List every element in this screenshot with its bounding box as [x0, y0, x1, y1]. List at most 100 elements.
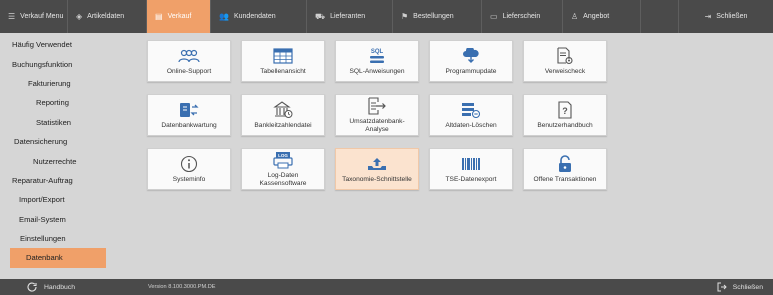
cart-icon: ⚑ [401, 12, 409, 21]
handbook-icon [27, 282, 37, 292]
tile-tabellenansicht[interactable]: Tabellenansicht [241, 40, 325, 82]
sidebar-item-label: Datenbank [26, 253, 63, 263]
sidebar-item-label: Datensicherung [14, 137, 68, 147]
tile-datenbankwartung[interactable]: Datenbankwartung [147, 94, 231, 136]
topnav-bestellungen[interactable]: ⚑ Bestellungen [393, 0, 482, 33]
tile-label: Datenbankwartung [161, 121, 217, 129]
bottom-close-button[interactable]: Schließen [717, 282, 773, 292]
tile-label: Benutzerhandbuch [537, 121, 593, 129]
truck-icon: ⛟ [315, 11, 326, 21]
sidebar-item-datensicherung[interactable]: Datensicherung [0, 132, 116, 151]
sidebar-item-haeufig-verwendet[interactable]: Häufig Verwendet [0, 35, 116, 54]
tile-verweischeck[interactable]: Verweischeck [523, 40, 607, 82]
function-tiles: Online-Support Tabellenansicht SQL SQL-A… [147, 40, 607, 190]
people-group-icon [178, 48, 200, 65]
sidebar-item-reporting[interactable]: Reporting [0, 93, 116, 112]
sidebar-item-label: Einstellungen [20, 234, 66, 244]
tile-tse-datenexport[interactable]: TSE-Datenexport [429, 148, 513, 190]
list-icon: ☰ [8, 12, 16, 21]
handbook-button[interactable]: Handbuch [0, 282, 148, 292]
topnav-label: Bestellungen [413, 13, 454, 20]
cloud-download-icon [462, 48, 480, 65]
sidebar-item-email-system[interactable]: Email-System [0, 210, 116, 229]
topnav-verkauf-menu[interactable]: ☰ Verkauf Menu [0, 0, 68, 33]
sidebar-item-buchungsfunktion[interactable]: Buchungsfunktion [0, 54, 116, 73]
tile-label: Altdaten-Löschen [445, 121, 497, 129]
close-label: Schließen [716, 13, 748, 20]
tile-label: Systeminfo [172, 175, 206, 183]
sidebar-item-label: Reporting [36, 98, 69, 108]
sidebar-item-label: Statistiken [36, 117, 72, 127]
document-export-icon [367, 97, 387, 115]
help-document-icon: ? [557, 101, 573, 119]
topnav-angebot[interactable]: ♙ Angebot [563, 0, 641, 33]
log-icon-text: LOG [278, 152, 288, 158]
sidebar-item-fakturierung[interactable]: Fakturierung [0, 74, 116, 93]
topnav-kundendaten[interactable]: 👥 Kundendaten [211, 0, 307, 33]
sidebar-item-label: Buchungsfunktion [12, 59, 73, 69]
people-icon: 👥 [219, 12, 229, 21]
version-text: Version 8.100.3000.PM.DE [148, 284, 216, 290]
tile-offene-transaktionen[interactable]: Offene Transaktionen [523, 148, 607, 190]
sidebar-item-reparatur-auftrag[interactable]: Reparatur-Auftrag [0, 171, 116, 190]
info-icon [180, 156, 198, 173]
bank-icon [273, 101, 293, 119]
tile-label: Online-Support [166, 67, 212, 75]
cash-icon: ▤ [155, 12, 163, 21]
topnav-lieferschein[interactable]: ▭ Lieferschein [482, 0, 563, 33]
database-arrows-icon [179, 102, 199, 119]
exit-icon [717, 282, 727, 292]
tile-bankleitzahlendatei[interactable]: Bankleitzahlendatei [241, 94, 325, 136]
tile-sql-anweisungen[interactable]: SQL SQL-Anweisungen [335, 40, 419, 82]
sidebar-item-einstellungen[interactable]: Einstellungen [0, 229, 116, 248]
topnav-label: Verkauf [167, 13, 192, 20]
tile-programmupdate[interactable]: Programmupdate [429, 40, 513, 82]
sidebar-item-nutzerrechte[interactable]: Nutzerrechte [0, 151, 116, 170]
topnav-label: Lieferanten [330, 13, 366, 20]
sidebar-item-label: Fakturierung [28, 78, 71, 88]
upload-tray-icon [367, 156, 387, 173]
bottom-close-label: Schließen [732, 283, 763, 291]
tile-systeminfo[interactable]: Systeminfo [147, 148, 231, 190]
topnav-label: Artikeldaten [87, 13, 125, 20]
sql-icon: SQL [370, 48, 384, 65]
tile-altdaten-loeschen[interactable]: Altdaten-Löschen [429, 94, 513, 136]
close-button[interactable]: ⇥ Schließen [678, 0, 773, 33]
tile-label: Offene Transaktionen [533, 175, 597, 183]
sidebar-item-label: Reparatur-Auftrag [12, 175, 73, 185]
sidebar-item-import-export[interactable]: Import/Export [0, 190, 116, 209]
person-icon: ♙ [571, 12, 579, 21]
topnav-lieferanten[interactable]: ⛟ Lieferanten [307, 0, 393, 33]
barcode-icon [461, 156, 481, 173]
tile-benutzerhandbuch[interactable]: ? Benutzerhandbuch [523, 94, 607, 136]
tile-label: Tabellenansicht [260, 67, 306, 75]
topnav-verkauf[interactable]: ▤ Verkauf [147, 0, 211, 33]
tag-icon: ◈ [76, 12, 83, 21]
list-delete-icon [461, 102, 481, 119]
tile-label: Programmupdate [445, 67, 497, 75]
tile-label: SQL-Anweisungen [349, 67, 405, 75]
document-gear-icon [556, 47, 574, 65]
tile-label: Taxonomie-Schnittstelle [342, 175, 412, 183]
top-navigation: ☰ Verkauf Menu ◈ Artikeldaten ▤ Verkauf … [0, 0, 773, 33]
handbook-label: Handbuch [44, 283, 75, 291]
table-icon [273, 48, 293, 65]
sidebar-item-datenbank[interactable]: Datenbank [10, 248, 106, 268]
tile-umsatzdatenbank-analyse[interactable]: Umsatzdatenbank-Analyse [335, 94, 419, 136]
tile-taxonomie-schnittstelle[interactable]: Taxonomie-Schnittstelle [335, 148, 419, 190]
tile-online-support[interactable]: Online-Support [147, 40, 231, 82]
lock-open-icon [557, 155, 573, 173]
sidebar-item-label: Häufig Verwendet [12, 40, 72, 50]
tile-label: Bankleitzahlendatei [254, 121, 312, 129]
sql-icon-text: SQL [370, 48, 384, 55]
sidebar: Häufig Verwendet Buchungsfunktion Faktur… [0, 33, 116, 271]
topnav-artikeldaten[interactable]: ◈ Artikeldaten [68, 0, 147, 33]
tile-log-daten-kassensoftware[interactable]: LOG Log-Daten Kassensoftware [241, 148, 325, 190]
exit-icon: ⇥ [704, 12, 712, 21]
sidebar-item-statistiken[interactable]: Statistiken [0, 113, 116, 132]
document-icon: ▭ [490, 12, 498, 21]
sidebar-item-label: Email-System [19, 214, 66, 224]
tile-label: Verweischeck [544, 67, 586, 75]
tile-label: TSE-Datenexport [445, 175, 497, 183]
topnav-label: Verkauf Menu [20, 13, 64, 20]
